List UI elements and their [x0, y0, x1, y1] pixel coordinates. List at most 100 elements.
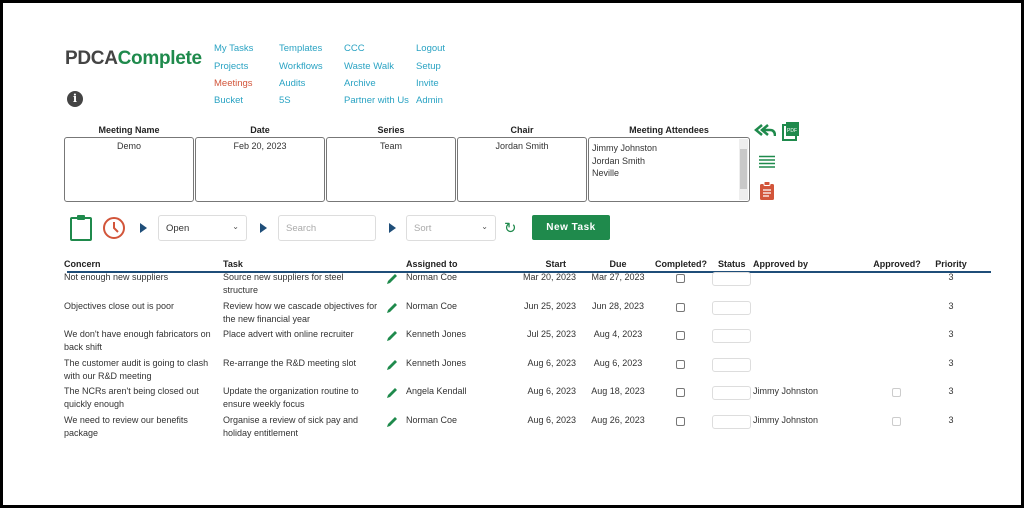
sort-select[interactable]: Sort ⌄: [406, 215, 496, 241]
attendees-list[interactable]: Jimmy Johnston Jordan Smith Neville: [588, 137, 750, 202]
task-cell: Re-arrange the R&D meeting slot: [223, 358, 357, 368]
nav-link-audits[interactable]: Audits: [279, 78, 305, 89]
status-input[interactable]: [712, 301, 751, 315]
svg-text:PDF: PDF: [787, 128, 797, 134]
new-task-button[interactable]: New Task: [532, 215, 610, 240]
logo[interactable]: PDCAComplete: [65, 48, 202, 70]
approved-by-cell: Jimmy Johnston: [753, 386, 819, 396]
nav-link-5s[interactable]: 5S: [279, 95, 291, 106]
nav-link-waste-walk[interactable]: Waste Walk: [344, 61, 394, 72]
nav-link-partner-with-us[interactable]: Partner with Us: [344, 95, 409, 106]
completed-checkbox[interactable]: [676, 388, 685, 397]
edit-pencil-icon[interactable]: [385, 386, 399, 400]
edit-pencil-icon[interactable]: [385, 301, 399, 315]
nav-link-invite[interactable]: Invite: [416, 78, 439, 89]
refresh-icon[interactable]: ↻: [504, 219, 517, 237]
due-cell: Aug 26, 2023: [591, 415, 645, 425]
clipboard-icon[interactable]: [759, 181, 775, 200]
status-filter-select[interactable]: Open ⌄: [158, 215, 247, 241]
concern-cell: Not enough new suppliers: [64, 272, 169, 282]
col-task[interactable]: Task: [223, 259, 243, 269]
concern-cell: The NCRs aren't being closed out quickly…: [64, 386, 199, 409]
pdf-icon[interactable]: PDF: [782, 121, 800, 141]
attendee[interactable]: Neville: [592, 167, 746, 180]
completed-checkbox[interactable]: [676, 331, 685, 340]
start-cell: Mar 20, 2023: [522, 272, 576, 282]
page: PDCAComplete i My Tasks Projects Meetings B…: [3, 3, 1021, 505]
col-priority[interactable]: Priority: [931, 259, 971, 269]
chair-label: Chair: [510, 125, 534, 135]
clock-icon[interactable]: [102, 216, 126, 240]
status-input[interactable]: [712, 415, 751, 429]
concern-cell: We need to review our benefits package: [64, 415, 188, 438]
assigned-cell: Angela Kendall: [406, 386, 467, 396]
task-cell: Source new suppliers for steel structure: [223, 272, 344, 295]
info-icon[interactable]: i: [67, 91, 83, 107]
completed-checkbox[interactable]: [676, 303, 685, 312]
search-input[interactable]: Search: [278, 215, 376, 241]
reply-all-icon[interactable]: [754, 123, 776, 137]
col-assigned[interactable]: Assigned to: [406, 259, 458, 269]
attendee[interactable]: Jordan Smith: [592, 155, 746, 168]
meeting-name-label: Meeting Name: [98, 125, 160, 135]
attendees-label: Meeting Attendees: [629, 125, 709, 135]
concern-cell: Objectives close out is poor: [64, 301, 175, 311]
status-input[interactable]: [712, 386, 751, 400]
start-cell: Jul 25, 2023: [526, 329, 576, 339]
nav-link-logout[interactable]: Logout: [416, 43, 445, 54]
approved-checkbox[interactable]: [892, 388, 901, 397]
nav-link-workflows[interactable]: Workflows: [279, 61, 323, 72]
task-cell: Update the organization routine to ensur…: [223, 386, 359, 409]
col-start[interactable]: Start: [523, 259, 566, 269]
date-label: Date: [250, 125, 270, 135]
task-cell: Place advert with online recruiter: [223, 329, 354, 339]
nav-link-projects[interactable]: Projects: [214, 61, 248, 72]
assigned-cell: Norman Coe: [406, 301, 458, 311]
task-cell: Review how we cascade objectives for the…: [223, 301, 378, 324]
status-input[interactable]: [712, 329, 751, 343]
due-cell: Aug 18, 2023: [591, 386, 645, 396]
col-concern[interactable]: Concern: [64, 259, 101, 269]
attendee[interactable]: Jimmy Johnston: [592, 142, 746, 155]
col-approved[interactable]: Approved?: [869, 259, 925, 269]
priority-cell: 3: [948, 415, 954, 425]
scrollbar[interactable]: [739, 139, 748, 200]
col-approved-by[interactable]: Approved by: [753, 259, 808, 269]
priority-cell: 3: [948, 301, 954, 311]
chair-field[interactable]: Jordan Smith: [457, 137, 587, 202]
completed-checkbox[interactable]: [676, 274, 685, 283]
start-cell: Aug 6, 2023: [527, 415, 576, 425]
nav-link-my-tasks[interactable]: My Tasks: [214, 43, 253, 54]
edit-pencil-icon[interactable]: [385, 272, 399, 286]
due-cell: Mar 27, 2023: [591, 272, 645, 282]
edit-pencil-icon[interactable]: [385, 329, 399, 343]
priority-cell: 3: [948, 358, 954, 368]
col-completed[interactable]: Completed?: [653, 259, 709, 269]
edit-pencil-icon[interactable]: [385, 415, 399, 429]
nav-link-meetings[interactable]: Meetings: [214, 78, 253, 89]
nav-link-bucket[interactable]: Bucket: [214, 95, 243, 106]
edit-pencil-icon[interactable]: [385, 358, 399, 372]
nav-link-setup[interactable]: Setup: [416, 61, 441, 72]
completed-checkbox[interactable]: [676, 417, 685, 426]
nav-link-ccc[interactable]: CCC: [344, 43, 365, 54]
approved-checkbox[interactable]: [892, 417, 901, 426]
completed-checkbox[interactable]: [676, 360, 685, 369]
assigned-cell: Kenneth Jones: [406, 358, 467, 368]
series-label: Series: [377, 125, 405, 135]
status-input[interactable]: [712, 358, 751, 372]
clipboard-outline-icon[interactable]: [69, 214, 93, 242]
col-status[interactable]: Status: [718, 259, 746, 269]
nav-link-admin[interactable]: Admin: [416, 95, 443, 106]
nav-link-archive[interactable]: Archive: [344, 78, 376, 89]
arrow-icon: [260, 223, 267, 233]
status-input[interactable]: [712, 272, 751, 286]
series-field[interactable]: Team: [326, 137, 456, 202]
nav-link-templates[interactable]: Templates: [279, 43, 322, 54]
date-field[interactable]: Feb 20, 2023: [195, 137, 325, 202]
list-icon[interactable]: [759, 155, 775, 168]
task-cell: Organise a review of sick pay and holida…: [223, 415, 359, 438]
col-due[interactable]: Due: [593, 259, 643, 269]
priority-cell: 3: [948, 329, 954, 339]
meeting-name-field[interactable]: Demo: [64, 137, 194, 202]
